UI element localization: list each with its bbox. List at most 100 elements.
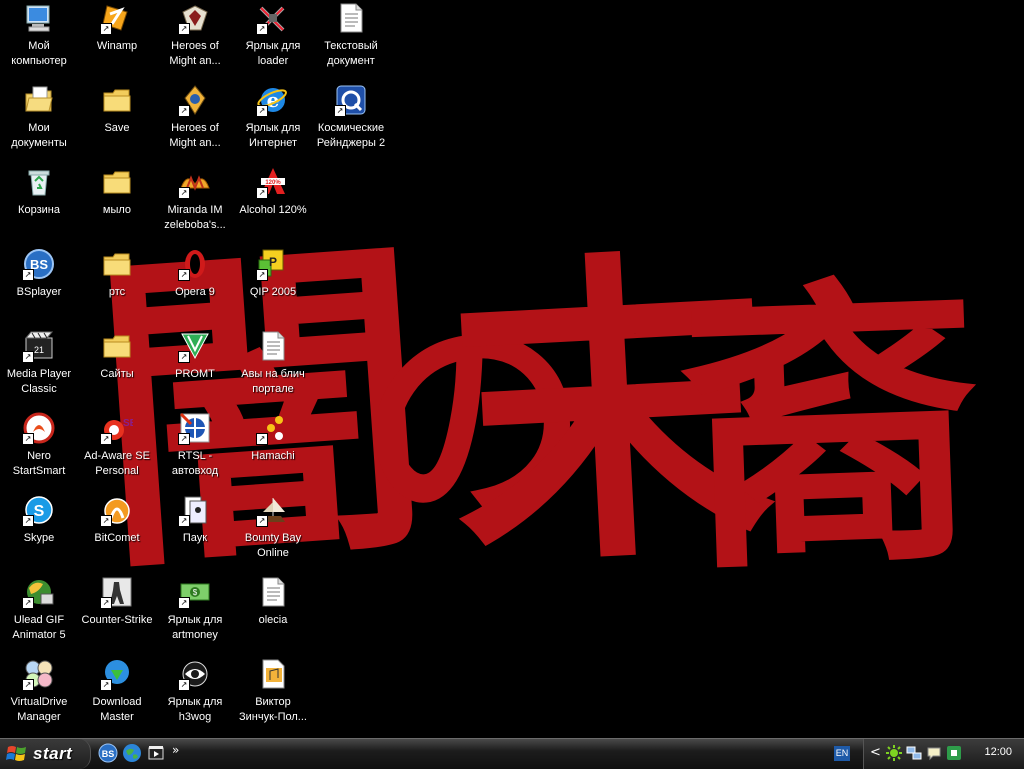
- bounty-bay-icon: ↗: [256, 494, 289, 527]
- desktop-icon[interactable]: ↗ Hamachi: [234, 410, 312, 488]
- desktop-icon[interactable]: ↗ Download Master: [78, 656, 156, 734]
- desktop-icon[interactable]: ↗ Miranda IM zeleboba's...: [156, 164, 234, 242]
- shortcut-arrow-icon: ↗: [22, 433, 34, 445]
- shortcut-arrow-icon: ↗: [22, 269, 34, 281]
- desktop-icon-label: Winamp: [96, 40, 138, 52]
- desktop-icon[interactable]: 120% ↗ Alcohol 120%: [234, 164, 312, 242]
- shortcut-arrow-icon: ↗: [178, 187, 190, 199]
- desktop-icon[interactable]: Сайты: [78, 328, 156, 406]
- desktop-icon[interactable]: ↗ Космические Рейнджеры 2: [312, 82, 390, 160]
- shortcut-arrow-icon: ↗: [22, 515, 34, 527]
- desktop-icon[interactable]: ↗ Heroes of Might an...: [156, 0, 234, 78]
- desktop-icon[interactable]: $ ↗ Ярлык для artmoney: [156, 574, 234, 652]
- messenger-icon[interactable]: [926, 745, 942, 761]
- text-document-icon: [257, 576, 289, 608]
- desktop-icon[interactable]: мыло: [78, 164, 156, 242]
- desktop[interactable]: 闇 の 末 裔 Мой компьютер Мои документы Корзин…: [0, 0, 1024, 738]
- shortcut-arrow-icon: ↗: [256, 433, 268, 445]
- desktop-icon-label: olecia: [258, 614, 288, 626]
- desktop-icon[interactable]: Корзина: [0, 164, 78, 242]
- desktop-icon[interactable]: Мой компьютер: [0, 0, 78, 78]
- desktop-icon[interactable]: Мои документы: [0, 82, 78, 160]
- desktop-icon[interactable]: ↗ Counter-Strike: [78, 574, 156, 652]
- qip-icon: P ↗: [256, 248, 289, 281]
- desktop-icon[interactable]: P ↗ QIP 2005: [234, 246, 312, 324]
- system-tray: EN < 12:00: [834, 739, 1024, 769]
- miranda-icon: ↗: [178, 166, 211, 199]
- desktop-icon-label: Save: [104, 122, 130, 134]
- tray-expand-arrow[interactable]: <: [870, 745, 881, 760]
- desktop-icon-label: Counter-Strike: [81, 614, 153, 626]
- desktop-icon[interactable]: ↗ Ulead GIF Animator 5: [0, 574, 78, 652]
- desktop-icon-label: Космические Рейнджеры 2: [316, 122, 386, 149]
- desktop-icon[interactable]: ↗ Heroes of Might an...: [156, 82, 234, 160]
- clock[interactable]: 12:00: [984, 746, 1012, 758]
- desktop-icon[interactable]: ↗ PROMT: [156, 328, 234, 406]
- download-master-icon: ↗: [100, 658, 133, 691]
- desktop-icon[interactable]: ↗ RTSL - автовход: [156, 410, 234, 488]
- desktop-icon-label: ртс: [108, 286, 126, 298]
- desktop-icon[interactable]: SE ↗ Ad-Aware SE Personal: [78, 410, 156, 488]
- folder-icon: [101, 166, 133, 198]
- desktop-icon-label: мыло: [102, 204, 132, 216]
- my-documents-icon: [23, 84, 55, 116]
- qip-tray-icon[interactable]: [946, 745, 962, 761]
- desktop-icon[interactable]: Авы на блич портале: [234, 328, 312, 406]
- desktop-icon[interactable]: e ↗ Ярлык для Интернет: [234, 82, 312, 160]
- desktop-icon-label: Сайты: [100, 368, 134, 380]
- recycle-bin-icon: [23, 166, 55, 198]
- bsplayer-icon[interactable]: BS: [98, 743, 118, 763]
- desktop-icon[interactable]: olecia: [234, 574, 312, 652]
- desktop-icon[interactable]: ↗ BitComet: [78, 492, 156, 570]
- desktop-icon-label: Ярлык для Интернет: [245, 122, 301, 149]
- shortcut-arrow-icon: ↗: [22, 597, 34, 609]
- start-label: start: [33, 744, 73, 763]
- internet-explorer-icon: e ↗: [256, 84, 289, 117]
- language-indicator[interactable]: EN: [834, 746, 850, 761]
- shortcut-arrow-icon: ↗: [22, 351, 34, 363]
- skype-icon: S ↗: [22, 494, 55, 527]
- start-button[interactable]: start: [0, 739, 91, 769]
- desktop-icon[interactable]: Save: [78, 82, 156, 160]
- shortcut-arrow-icon: ↗: [256, 187, 268, 199]
- shortcut-arrow-icon: ↗: [100, 515, 112, 527]
- desktop-icon[interactable]: 21 ↗ Media Player Classic: [0, 328, 78, 406]
- desktop-icon[interactable]: ↗ Ярлык для loader: [234, 0, 312, 78]
- desktop-icon-label: Heroes of Might an...: [169, 40, 221, 67]
- desktop-icon[interactable]: ↗ Opera 9: [156, 246, 234, 324]
- svg-text:$: $: [193, 588, 198, 597]
- desktop-icon[interactable]: Виктор Зинчук-Пол...: [234, 656, 312, 734]
- desktop-icon-label: Ярлык для artmoney: [167, 614, 223, 641]
- desktop-icon-label: Alcohol 120%: [239, 204, 307, 216]
- desktop-icon-label: Ulead GIF Animator 5: [12, 614, 66, 641]
- media-player-icon[interactable]: [146, 743, 166, 763]
- desktop-icon[interactable]: ↗ Winamp: [78, 0, 156, 78]
- shortcut-arrow-icon: ↗: [178, 105, 190, 117]
- network-icon[interactable]: [906, 745, 922, 761]
- bitcomet-tray-icon[interactable]: [886, 745, 902, 761]
- internet-icon[interactable]: [122, 743, 142, 763]
- desktop-icon[interactable]: ↗ VirtualDrive Manager: [0, 656, 78, 734]
- h3wog-icon: ↗: [178, 658, 211, 691]
- quick-launch-more-button[interactable]: »: [172, 743, 179, 757]
- wallpaper-glyph-4: 裔: [675, 248, 987, 611]
- desktop-icon-label: Паук: [182, 532, 208, 544]
- desktop-icon-label: Nero StartSmart: [12, 450, 66, 477]
- desktop-icon[interactable]: ↗ Bounty Bay Online: [234, 492, 312, 570]
- desktop-icon-label: Корзина: [18, 204, 60, 216]
- desktop-icon[interactable]: S ↗ Skype: [0, 492, 78, 570]
- desktop-icon-label: Heroes of Might an...: [169, 122, 221, 149]
- heroes-4-icon: ↗: [178, 84, 211, 117]
- quick-launch: BS »: [98, 743, 179, 763]
- bitcomet-icon: ↗: [100, 494, 133, 527]
- virtualdrive-icon: ↗: [22, 658, 55, 691]
- desktop-icon-label: Авы на блич портале: [241, 368, 305, 395]
- desktop-icon[interactable]: Текстовый документ: [312, 0, 390, 78]
- desktop-icon[interactable]: ↗ Паук: [156, 492, 234, 570]
- desktop-icon[interactable]: ↗ Nero StartSmart: [0, 410, 78, 488]
- shortcut-arrow-icon: ↗: [178, 515, 190, 527]
- desktop-icon[interactable]: ртс: [78, 246, 156, 324]
- desktop-icon[interactable]: ↗ Ярлык для h3wog: [156, 656, 234, 734]
- desktop-icon-label: Текстовый документ: [324, 40, 378, 67]
- desktop-icon[interactable]: BS ↗ BSplayer: [0, 246, 78, 324]
